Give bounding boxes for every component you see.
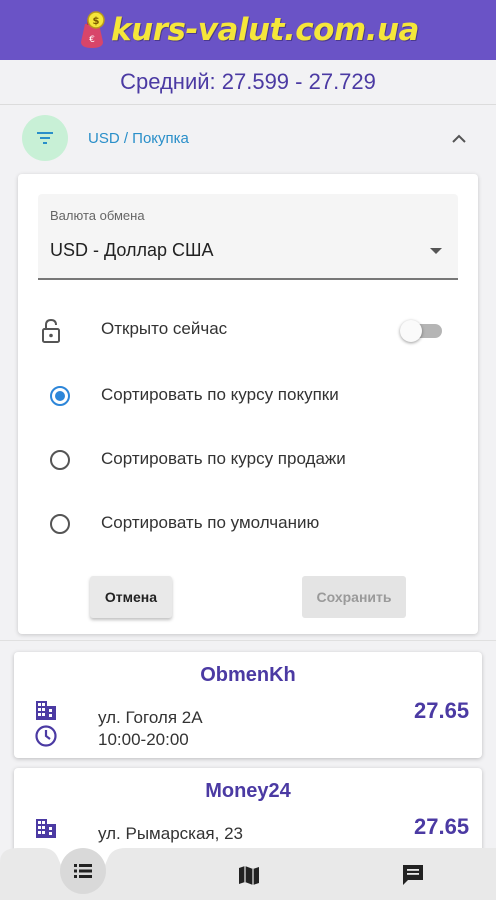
toggle-knob bbox=[400, 320, 422, 342]
svg-text:€: € bbox=[89, 35, 95, 45]
exchange-name: Money24 bbox=[205, 780, 291, 802]
sort-buy-radio[interactable] bbox=[50, 386, 70, 406]
dropdown-caret-icon bbox=[430, 248, 442, 254]
filter-icon bbox=[37, 132, 53, 144]
money-bag-icon: $ € bbox=[81, 11, 105, 48]
sort-buy-label: Сортировать по курсу покупки bbox=[101, 385, 339, 404]
filter-panel: Валюта обмена USD - Доллар США Открыто с… bbox=[18, 174, 478, 634]
sort-option-sell[interactable]: Сортировать по курсу продажи bbox=[18, 440, 478, 480]
building-icon bbox=[36, 819, 56, 838]
currency-select[interactable]: Валюта обмена USD - Доллар США bbox=[38, 194, 458, 280]
app-header: $ € kurs-valut.com.ua bbox=[0, 0, 496, 60]
clock-icon bbox=[35, 725, 57, 747]
list-view-button[interactable] bbox=[60, 848, 106, 894]
open-now-toggle[interactable] bbox=[400, 320, 446, 342]
logo-text: kurs-valut.com.ua bbox=[111, 12, 419, 48]
chat-icon[interactable] bbox=[400, 862, 426, 888]
cancel-button[interactable]: Отмена bbox=[90, 576, 172, 618]
logo[interactable]: $ € kurs-valut.com.ua bbox=[77, 10, 419, 50]
filter-summary[interactable]: USD / Покупка bbox=[88, 130, 189, 147]
exchange-address: ул. Рымарская, 23 bbox=[98, 824, 243, 843]
exchange-rate: 27.65 bbox=[414, 814, 470, 839]
divider bbox=[0, 104, 496, 105]
chevron-up-icon[interactable] bbox=[448, 128, 470, 150]
exchange-address: ул. Гоголя 2А bbox=[98, 708, 203, 727]
exchange-hours: 10:00-20:00 bbox=[98, 730, 189, 749]
sort-default-label: Сортировать по умолчанию bbox=[101, 513, 320, 532]
currency-select-value: USD - Доллар США bbox=[50, 240, 214, 260]
building-icon bbox=[36, 701, 56, 720]
exchange-rate: 27.65 bbox=[414, 698, 470, 723]
open-now-label: Открыто сейчас bbox=[101, 319, 228, 338]
currency-select-label: Валюта обмена bbox=[50, 208, 145, 223]
sort-option-buy[interactable]: Сортировать по курсу покупки bbox=[18, 376, 478, 416]
sort-sell-label: Сортировать по курсу продажи bbox=[101, 449, 346, 468]
map-icon[interactable] bbox=[236, 862, 262, 888]
divider bbox=[0, 640, 496, 641]
exchange-card[interactable]: ObmenKh ул. Гоголя 2А 10:00-20:00 27.65 bbox=[14, 652, 482, 758]
exchange-name: ObmenKh bbox=[200, 664, 296, 686]
filter-bar[interactable]: USD / Покупка bbox=[0, 112, 496, 164]
filter-button[interactable] bbox=[22, 115, 68, 161]
sort-sell-radio[interactable] bbox=[50, 450, 70, 470]
open-now-row[interactable]: Открыто сейчас bbox=[18, 310, 478, 350]
average-rate: Средний: 27.599 - 27.729 bbox=[120, 69, 376, 94]
lock-icon bbox=[42, 318, 60, 343]
sort-default-radio[interactable] bbox=[50, 514, 70, 534]
sort-option-default[interactable]: Сортировать по умолчанию bbox=[18, 504, 478, 544]
svg-text:$: $ bbox=[93, 16, 100, 27]
list-icon bbox=[74, 864, 92, 878]
save-button[interactable]: Сохранить bbox=[302, 576, 406, 618]
